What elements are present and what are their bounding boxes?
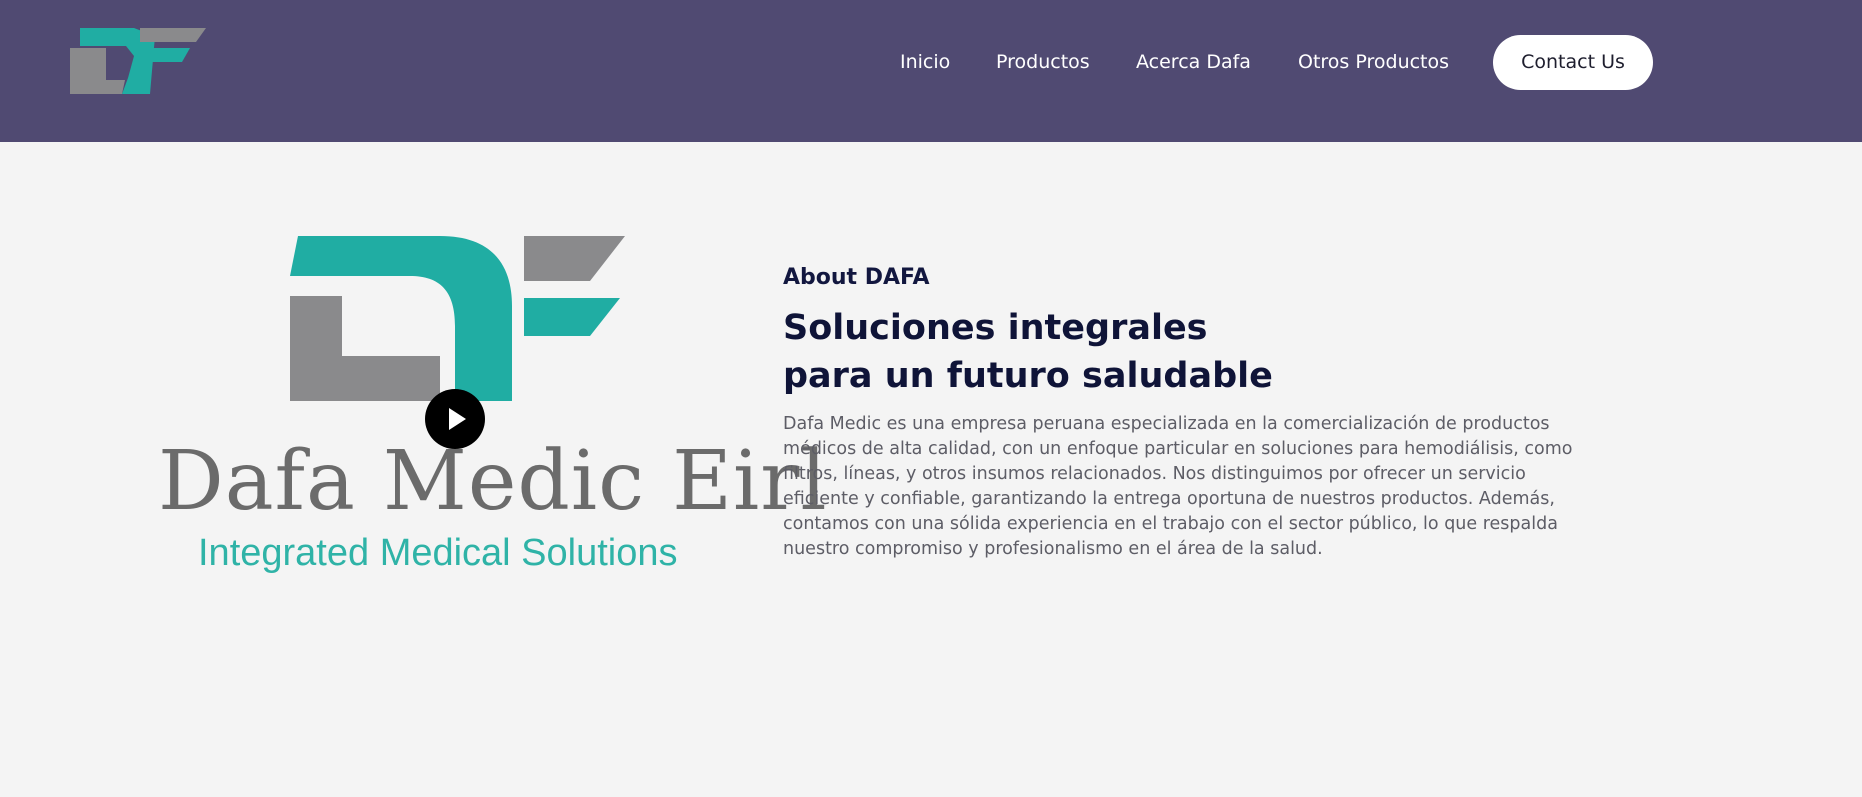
- nav-otros-productos[interactable]: Otros Productos: [1298, 50, 1449, 74]
- nav-inicio[interactable]: Inicio: [900, 50, 950, 74]
- df-brand-logo-icon: [290, 236, 630, 410]
- section-description: Dafa Medic es una empresa peruana especi…: [783, 414, 1573, 559]
- nav-productos[interactable]: Productos: [996, 50, 1090, 74]
- nav-acerca-dafa[interactable]: Acerca Dafa: [1136, 50, 1251, 74]
- site-header: Inicio Productos Acerca Dafa Otros Produ…: [0, 0, 1862, 142]
- play-icon: [449, 408, 466, 430]
- section-title: Soluciones integrales para un futuro sal…: [783, 308, 1273, 396]
- df-logo-icon[interactable]: [70, 28, 206, 94]
- contact-us-button[interactable]: Contact Us: [1493, 35, 1653, 90]
- brand-tagline: Integrated Medical Solutions: [198, 532, 678, 574]
- play-video-button[interactable]: [425, 389, 485, 449]
- section-eyebrow: About DAFA: [783, 265, 930, 290]
